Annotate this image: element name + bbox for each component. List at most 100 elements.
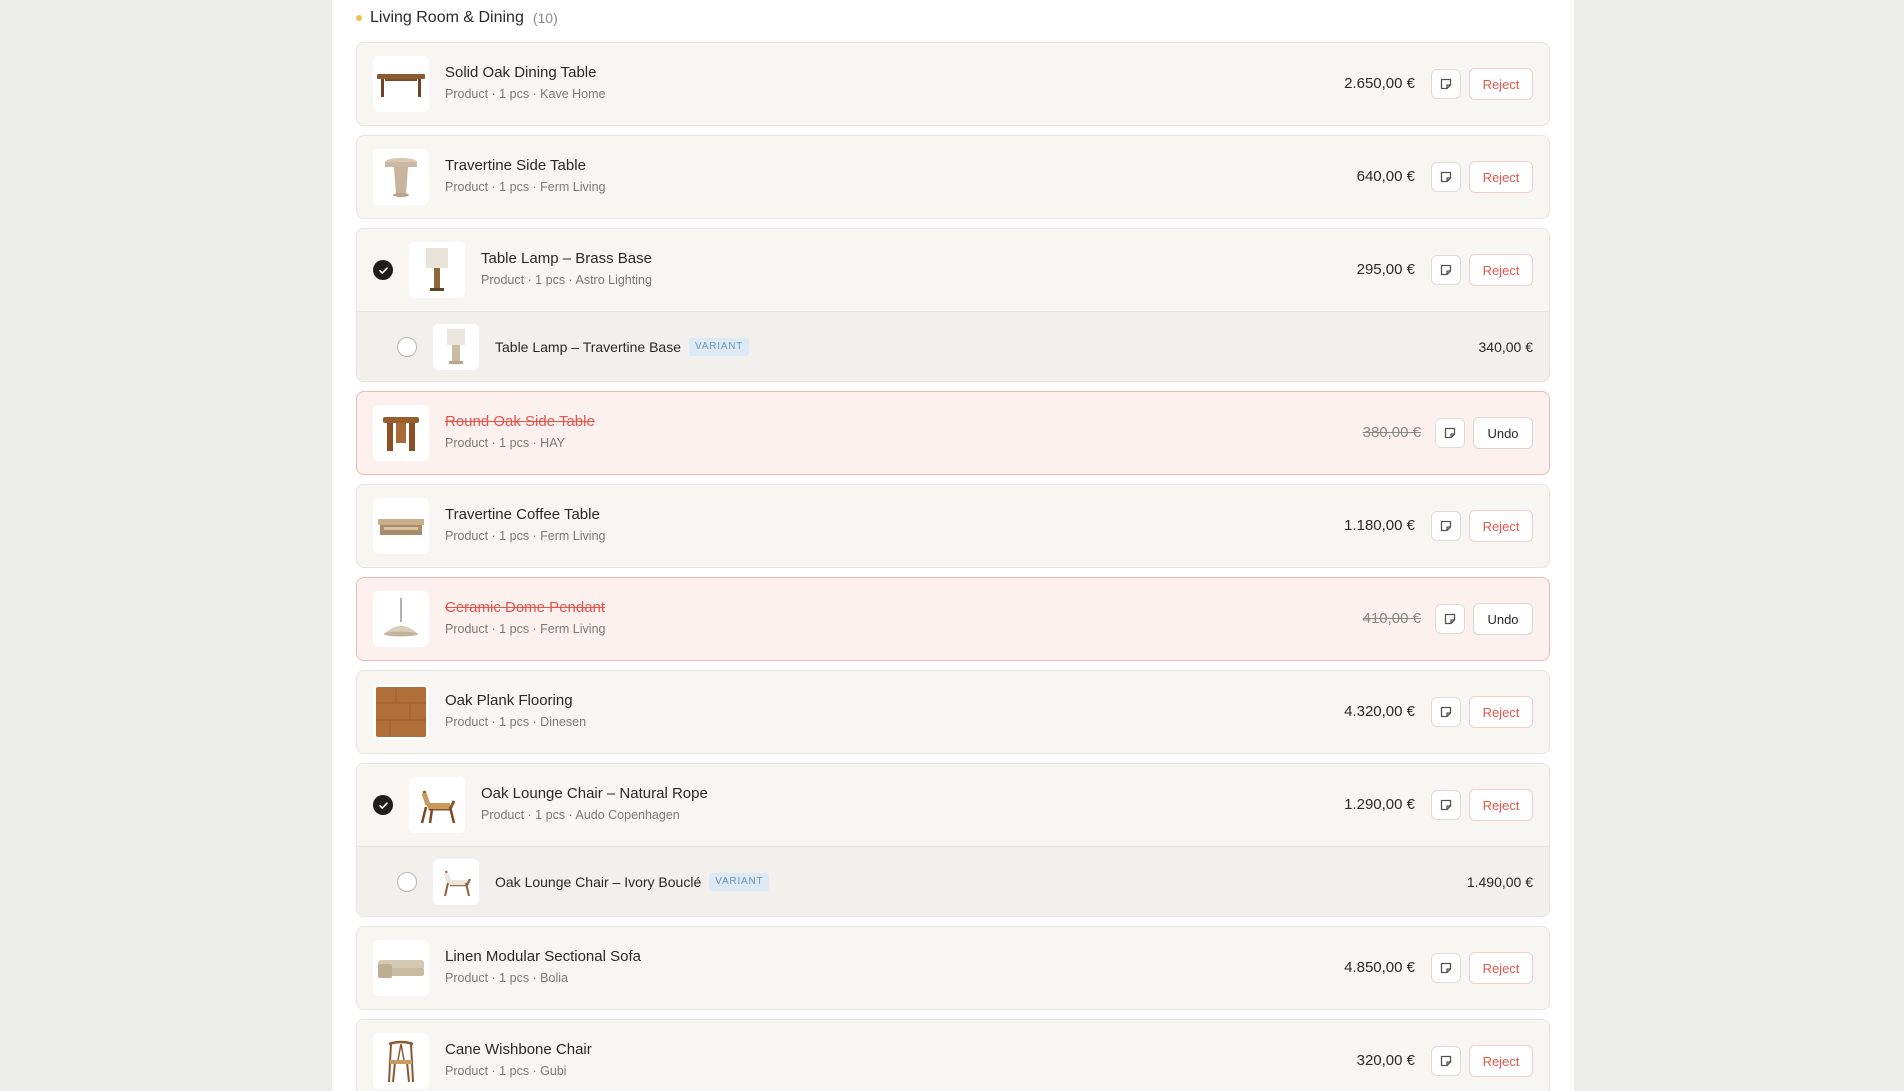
product-name: Oak Plank Flooring [445,692,573,709]
reject-button[interactable]: Reject [1469,510,1533,542]
product-thumbnail [373,940,429,996]
section-header: Living Room & Dining (10) [356,8,558,28]
product-meta: Product · 1 pcs · Ferm Living [445,180,606,194]
undo-button[interactable]: Undo [1473,417,1533,449]
product-thumbnail [409,777,465,833]
product-name: Ceramic Dome Pendant [445,599,606,616]
product-price: 1.180,00 € [1344,517,1415,534]
reject-button[interactable]: Reject [1469,789,1533,821]
note-button[interactable] [1431,511,1461,541]
note-button[interactable] [1435,604,1465,634]
product-card: Linen Modular Sectional Sofa Product · 1… [356,926,1550,1010]
variant-price: 340,00 € [1478,339,1534,355]
product-row[interactable]: Table Lamp – Brass Base Product · 1 pcs … [357,229,1549,311]
product-row[interactable]: Oak Lounge Chair – Natural Rope Product … [357,764,1549,846]
product-row[interactable]: Oak Plank Flooring Product · 1 pcs · Din… [357,671,1549,753]
product-thumbnail [373,591,429,647]
variant-radio[interactable] [397,337,417,357]
variant-name: Table Lamp – Travertine Base [495,339,681,355]
product-card: Solid Oak Dining Table Product · 1 pcs ·… [356,42,1550,126]
note-icon [1444,427,1456,439]
variant-price: 1.490,00 € [1466,874,1533,890]
product-name: Linen Modular Sectional Sofa [445,948,641,965]
product-thumbnail [409,242,465,298]
checkmark-icon [378,801,388,809]
reject-button[interactable]: Reject [1469,254,1533,286]
product-thumbnail [373,684,429,740]
variant-badge: VARIANT [709,873,770,891]
product-meta: Product · 1 pcs · Bolia [445,971,568,985]
product-card: Table Lamp – Brass Base Product · 1 pcs … [356,228,1550,382]
product-list: Solid Oak Dining Table Product · 1 pcs ·… [356,42,1550,1091]
product-name: Oak Lounge Chair – Natural Rope [481,785,708,802]
note-icon [1440,264,1452,276]
product-price: 1.290,00 € [1344,796,1415,813]
note-icon [1440,799,1452,811]
product-price: 380,00 € [1362,424,1421,441]
note-button[interactable] [1431,790,1461,820]
reject-button[interactable]: Reject [1469,161,1533,193]
variant-badge: VARIANT [689,338,750,356]
product-thumbnail [373,1033,429,1089]
note-icon [1440,171,1452,183]
variant-radio[interactable] [397,872,417,892]
product-meta: Product · 1 pcs · Astro Lighting [481,273,652,287]
product-card: Oak Plank Flooring Product · 1 pcs · Din… [356,670,1550,754]
product-row[interactable]: Travertine Side Table Product · 1 pcs · … [357,136,1549,218]
product-meta: Product · 1 pcs · Ferm Living [445,622,606,636]
note-button[interactable] [1435,418,1465,448]
product-name: Round Oak Side Table [445,413,595,430]
note-button[interactable] [1431,69,1461,99]
variant-row[interactable]: Table Lamp – Travertine Base VARIANT 340… [357,311,1549,381]
variant-row[interactable]: Oak Lounge Chair – Ivory Bouclé VARIANT … [357,846,1549,916]
selected-checkbox[interactable] [373,260,393,280]
product-name: Solid Oak Dining Table [445,64,597,81]
reject-button[interactable]: Reject [1469,68,1533,100]
product-row[interactable]: Cane Wishbone Chair Product · 1 pcs · Gu… [357,1020,1549,1091]
product-price: 4.850,00 € [1344,959,1415,976]
section-dot [356,15,362,21]
product-card: Cane Wishbone Chair Product · 1 pcs · Gu… [356,1019,1550,1091]
note-icon [1440,78,1452,90]
note-icon [1444,613,1456,625]
reject-button[interactable]: Reject [1469,1045,1533,1077]
product-meta: Product · 1 pcs · Dinesen [445,715,587,729]
product-meta: Product · 1 pcs · Audo Copenhagen [481,808,680,822]
product-row[interactable]: Round Oak Side Table Product · 1 pcs · H… [357,392,1549,474]
note-button[interactable] [1431,953,1461,983]
product-card: Oak Lounge Chair – Natural Rope Product … [356,763,1550,917]
product-meta: Product · 1 pcs · Ferm Living [445,529,606,543]
product-card: Travertine Side Table Product · 1 pcs · … [356,135,1550,219]
product-row[interactable]: Linen Modular Sectional Sofa Product · 1… [357,927,1549,1009]
product-price: 295,00 € [1356,261,1415,278]
product-price: 320,00 € [1356,1052,1415,1069]
reject-button[interactable]: Reject [1469,952,1533,984]
checkmark-icon [378,266,388,274]
selected-checkbox[interactable] [373,795,393,815]
product-row[interactable]: Ceramic Dome Pendant Product · 1 pcs · F… [357,578,1549,660]
product-thumbnail [373,149,429,205]
product-row[interactable]: Solid Oak Dining Table Product · 1 pcs ·… [357,43,1549,125]
variant-thumbnail [433,324,479,370]
variant-name: Oak Lounge Chair – Ivory Bouclé [495,874,702,890]
product-thumbnail [373,405,429,461]
note-button[interactable] [1431,1046,1461,1076]
product-name: Cane Wishbone Chair [445,1041,592,1058]
variant-thumbnail [433,859,479,905]
note-icon [1440,520,1452,532]
product-meta: Product · 1 pcs · HAY [445,436,565,450]
note-button[interactable] [1431,697,1461,727]
note-button[interactable] [1431,255,1461,285]
note-icon [1440,1055,1452,1067]
product-price: 4.320,00 € [1344,703,1415,720]
product-meta: Product · 1 pcs · Kave Home [445,87,606,101]
product-name: Table Lamp – Brass Base [481,250,652,267]
undo-button[interactable]: Undo [1473,603,1533,635]
note-icon [1440,706,1452,718]
section-count: (10) [532,10,558,26]
product-card: Travertine Coffee Table Product · 1 pcs … [356,484,1550,568]
product-row[interactable]: Travertine Coffee Table Product · 1 pcs … [357,485,1549,567]
reject-button[interactable]: Reject [1469,696,1533,728]
note-button[interactable] [1431,162,1461,192]
product-name: Travertine Coffee Table [445,506,600,523]
